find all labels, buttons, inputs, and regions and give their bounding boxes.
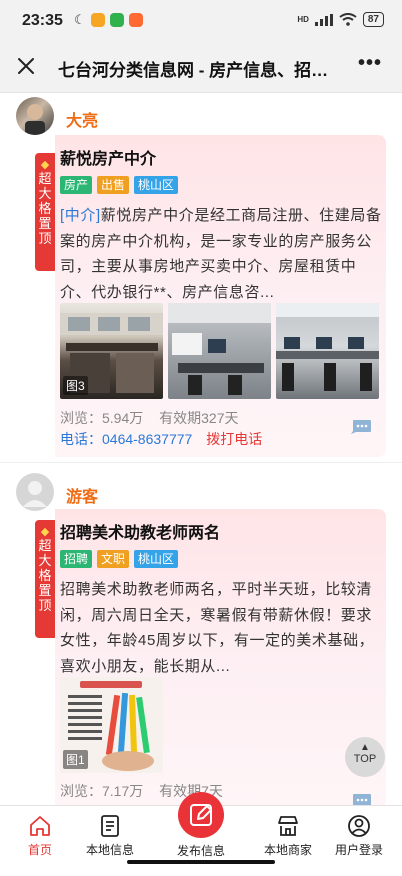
avatar[interactable] — [16, 97, 54, 135]
listing-photo[interactable]: 图1 — [60, 677, 163, 773]
view-count: 浏览：7.17万 — [60, 783, 144, 799]
arrow-up-icon: ▲ — [360, 742, 370, 753]
tag-category[interactable]: 招聘 — [60, 550, 93, 568]
photo-count-badge: 图1 — [63, 750, 88, 769]
more-menu-icon[interactable]: ••• — [358, 52, 382, 75]
photo-count-badge: 图3 — [63, 376, 88, 395]
home-indicator[interactable] — [127, 860, 275, 864]
office-image — [168, 303, 271, 395]
avatar[interactable] — [16, 473, 54, 511]
ribbon-label: 超大格置顶 — [38, 538, 52, 613]
category-label: [中介] — [60, 207, 101, 224]
back-to-top-button[interactable]: ▲ TOP — [345, 737, 385, 777]
diamond-icon: ◆ — [40, 526, 50, 538]
user-icon — [348, 815, 370, 837]
nav-local-info[interactable]: 本地信息 — [74, 814, 146, 858]
ribbon-label: 超大格置顶 — [38, 171, 52, 246]
tag-type[interactable]: 出售 — [97, 176, 130, 194]
listing-description[interactable]: 招聘美术助教老师两名，平时半天班，比较清闲，周六周日全天，寒暑假有带薪休假！要求… — [60, 577, 382, 679]
status-time: 23:35 — [22, 12, 63, 29]
view-count: 浏览：5.94万 — [60, 410, 144, 426]
nav-local-merchants[interactable]: 本地商家 — [252, 814, 324, 858]
tag-district[interactable]: 桃山区 — [134, 176, 179, 194]
listing-card[interactable]: 招聘美术助教老师两名 招聘 文职 桃山区 招聘美术助教老师两名，平时半天班，比较… — [55, 509, 386, 805]
bottom-navigation: 首页 本地信息 发布信息 本地商家 用户登录 — [0, 792, 402, 876]
nav-user-login[interactable]: 用户登录 — [323, 814, 395, 858]
dial-button[interactable]: 拨打电话 — [206, 431, 262, 447]
close-icon[interactable] — [14, 54, 38, 78]
listing-title[interactable]: 薪悦房产中介 — [60, 145, 156, 169]
contact-line: 电话：0464-8637777 拨打电话 — [60, 429, 262, 449]
validity-days: 有效期327天 — [159, 410, 239, 426]
phone-number[interactable]: 电话：0464-8637777 — [60, 431, 192, 447]
office-interior-image — [276, 303, 379, 391]
listing-feed[interactable]: 大亮 ◆ 超大格置顶 薪悦房产中介 房产 出售 桃山区 [中介]薪悦房产中介是经… — [0, 93, 402, 805]
diamond-icon: ◆ — [40, 159, 50, 171]
default-avatar-icon — [23, 481, 47, 507]
moon-icon: ☾ — [74, 12, 86, 27]
shop-icon — [278, 816, 298, 836]
listing-stats: 浏览：5.94万 有效期327天 — [60, 408, 251, 428]
divider — [0, 462, 402, 463]
page-title: 七台河分类信息网 - 房产信息、招聘信息、家政服务 — [58, 61, 338, 80]
comment-icon[interactable] — [350, 793, 372, 805]
top-pin-ribbon: ◆ 超大格置顶 — [35, 520, 55, 638]
status-right-icons: HD 87 — [297, 12, 384, 27]
tag-district[interactable]: 桃山区 — [134, 550, 179, 568]
photo-gallery[interactable]: 图1 — [60, 677, 163, 773]
signal-icon — [314, 13, 333, 26]
status-left-icons: ☾ — [74, 12, 143, 28]
listing-photo[interactable]: 图3 — [60, 303, 163, 399]
wifi-icon — [339, 13, 357, 26]
back-to-top-label: TOP — [353, 753, 377, 765]
nav-user-login-label: 用户登录 — [334, 843, 383, 857]
nav-home[interactable]: 首页 — [4, 814, 76, 858]
notification-shield-icon — [109, 13, 124, 27]
notification-bag-icon — [128, 13, 143, 27]
listing-card[interactable]: 薪悦房产中介 房产 出售 桃山区 [中介]薪悦房产中介是经工商局注册、住建局备案… — [55, 135, 386, 457]
top-pin-ribbon: ◆ 超大格置顶 — [35, 153, 55, 271]
tag-type[interactable]: 文职 — [97, 550, 130, 568]
publish-label[interactable]: 发布信息 — [165, 842, 237, 859]
listing-photo[interactable] — [276, 303, 379, 399]
publish-button[interactable] — [178, 792, 224, 838]
username[interactable]: 大亮 — [66, 107, 98, 131]
nav-local-merchants-label: 本地商家 — [263, 843, 312, 857]
notification-app-icon — [90, 13, 105, 27]
status-bar: 23:35 ☾ HD 87 — [0, 0, 402, 40]
document-list-icon — [101, 815, 119, 837]
edit-icon — [190, 804, 212, 826]
title-bar: 七台河分类信息网 - 房产信息、招聘信息、家政服务 ••• — [0, 40, 402, 93]
photo-gallery[interactable]: 图3 — [60, 303, 379, 399]
listing-description[interactable]: [中介]薪悦房产中介是经工商局注册、住建局备案的房产中介机构，是一家专业的房产服… — [60, 203, 382, 305]
username[interactable]: 游客 — [66, 483, 98, 507]
nav-home-label: 首页 — [27, 843, 52, 857]
comment-icon[interactable] — [350, 419, 372, 435]
tag-list: 房产 出售 桃山区 — [60, 176, 179, 194]
listing-title[interactable]: 招聘美术助教老师两名 — [60, 519, 220, 543]
battery-indicator: 87 — [362, 12, 384, 27]
tag-category[interactable]: 房产 — [60, 176, 93, 194]
phone-screen: 23:35 ☾ HD 87 七台河分类信息网 - 房产信息、招聘 ••• 大亮 … — [0, 0, 402, 876]
listing-photo[interactable] — [168, 303, 271, 399]
user-photo — [25, 104, 45, 135]
nav-local-info-label: 本地信息 — [85, 843, 134, 857]
description-text: 薪悦房产中介是经工商局注册、住建局备案的房产中介机构，是一家专业的房产服务公司，… — [60, 207, 382, 301]
network-type-label: HD — [297, 14, 309, 24]
home-icon — [30, 816, 50, 836]
tag-list: 招聘 文职 桃山区 — [60, 550, 179, 568]
